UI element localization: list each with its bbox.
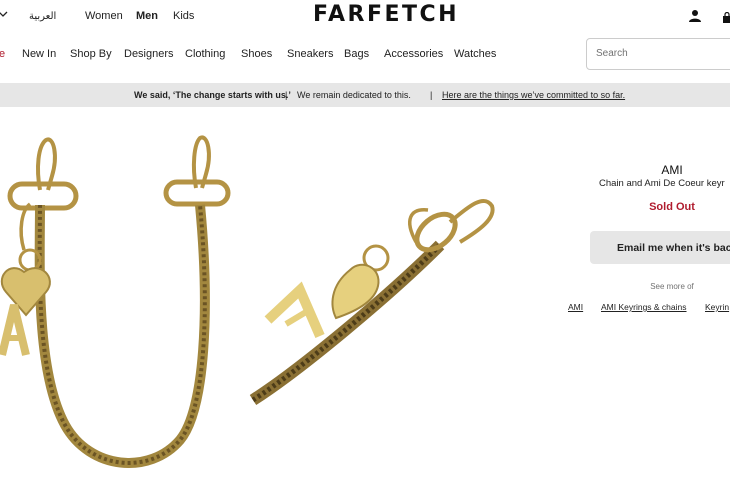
search-input[interactable]: [596, 48, 726, 59]
banner-link[interactable]: Here are the things we’ve committed to s…: [442, 90, 625, 100]
see-more-label: See more of: [650, 282, 694, 291]
banner-statement: We said, ‘The change starts with us.’: [134, 90, 291, 100]
related-link-keyrings[interactable]: Keyrin: [705, 302, 729, 312]
gender-tab-kids[interactable]: Kids: [173, 10, 194, 22]
product-image[interactable]: [0, 110, 510, 498]
sustainability-banner: We said, ‘The change starts with us.’ | …: [0, 83, 730, 107]
bag-icon[interactable]: [722, 11, 730, 29]
ami-heart-charm-right: [264, 263, 380, 338]
chain-clasp-right: [408, 199, 495, 253]
nav-item-sneakers[interactable]: Sneakers: [287, 48, 333, 60]
nav-item-new-in[interactable]: New In: [22, 48, 56, 60]
language-selector[interactable]: العربية: [29, 11, 56, 22]
farfetch-logo[interactable]: FARFETCH: [313, 2, 459, 28]
related-link-ami-keyrings[interactable]: AMI Keyrings & chains: [601, 302, 687, 312]
product-brand[interactable]: AMI: [572, 163, 730, 177]
product-name: Chain and Ami De Coeur keyr: [599, 178, 725, 189]
sold-out-status: Sold Out: [649, 201, 695, 213]
banner-separator: |: [285, 90, 288, 100]
banner-text: We remain dedicated to this.: [297, 90, 411, 100]
curb-chain-right: [249, 240, 445, 406]
nav-item-bags[interactable]: Bags: [344, 48, 369, 60]
nav-item-accessories[interactable]: Accessories: [384, 48, 443, 60]
chain-clasp-left: [7, 135, 231, 211]
chevron-down-icon[interactable]: [0, 9, 8, 22]
email-when-back-button[interactable]: Email me when it's back: [590, 231, 730, 264]
nav-item-shoes[interactable]: Shoes: [241, 48, 272, 60]
nav-item-clothing[interactable]: Clothing: [185, 48, 225, 60]
nav-item-sale[interactable]: e: [0, 48, 5, 60]
banner-separator: |: [430, 90, 433, 100]
related-link-ami[interactable]: AMI: [568, 302, 583, 312]
gender-tab-women[interactable]: Women: [85, 10, 123, 22]
top-bar: العربية Women Men Kids FARFETCH: [0, 0, 730, 34]
nav-item-designers[interactable]: Designers: [124, 48, 174, 60]
nav-item-watches[interactable]: Watches: [454, 48, 496, 60]
nav-item-shop-by[interactable]: Shop By: [70, 48, 112, 60]
curb-chain-left-links: [37, 204, 207, 465]
account-icon[interactable]: [688, 9, 702, 28]
search-box[interactable]: [586, 38, 730, 70]
gender-tab-men[interactable]: Men: [136, 10, 158, 22]
